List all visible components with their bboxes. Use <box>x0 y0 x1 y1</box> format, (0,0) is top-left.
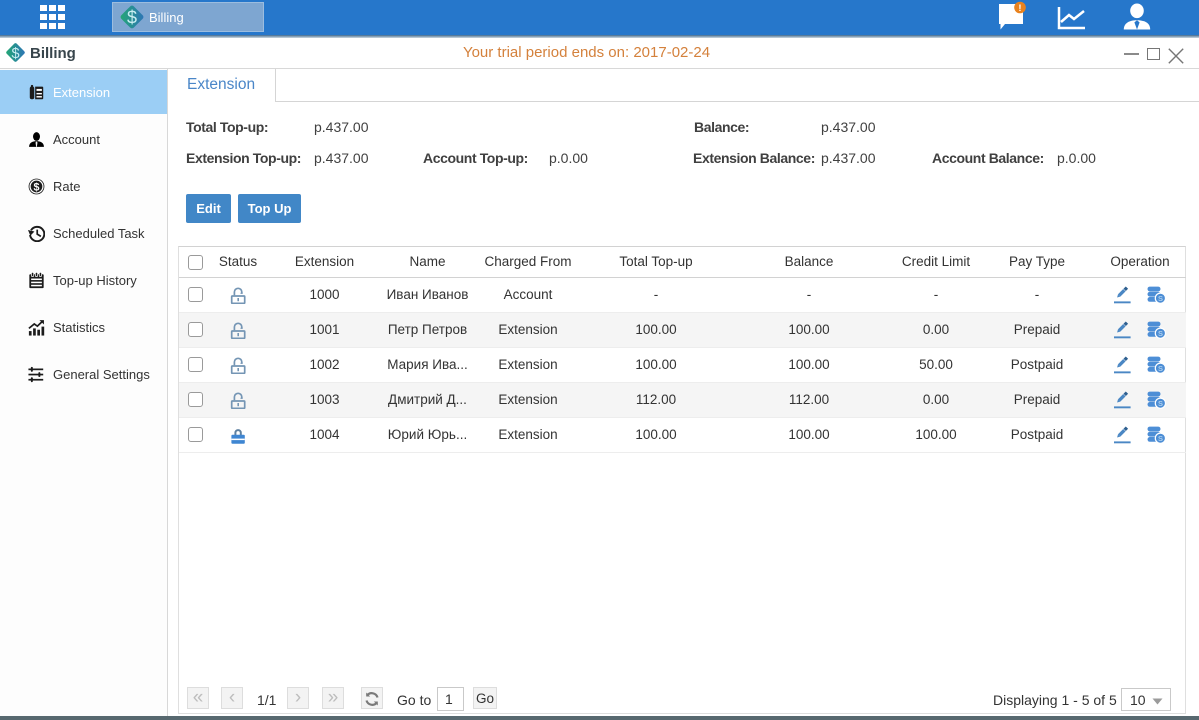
svg-text:$: $ <box>127 8 137 28</box>
svg-text:!: ! <box>1018 3 1021 14</box>
svg-text:$: $ <box>34 181 40 193</box>
